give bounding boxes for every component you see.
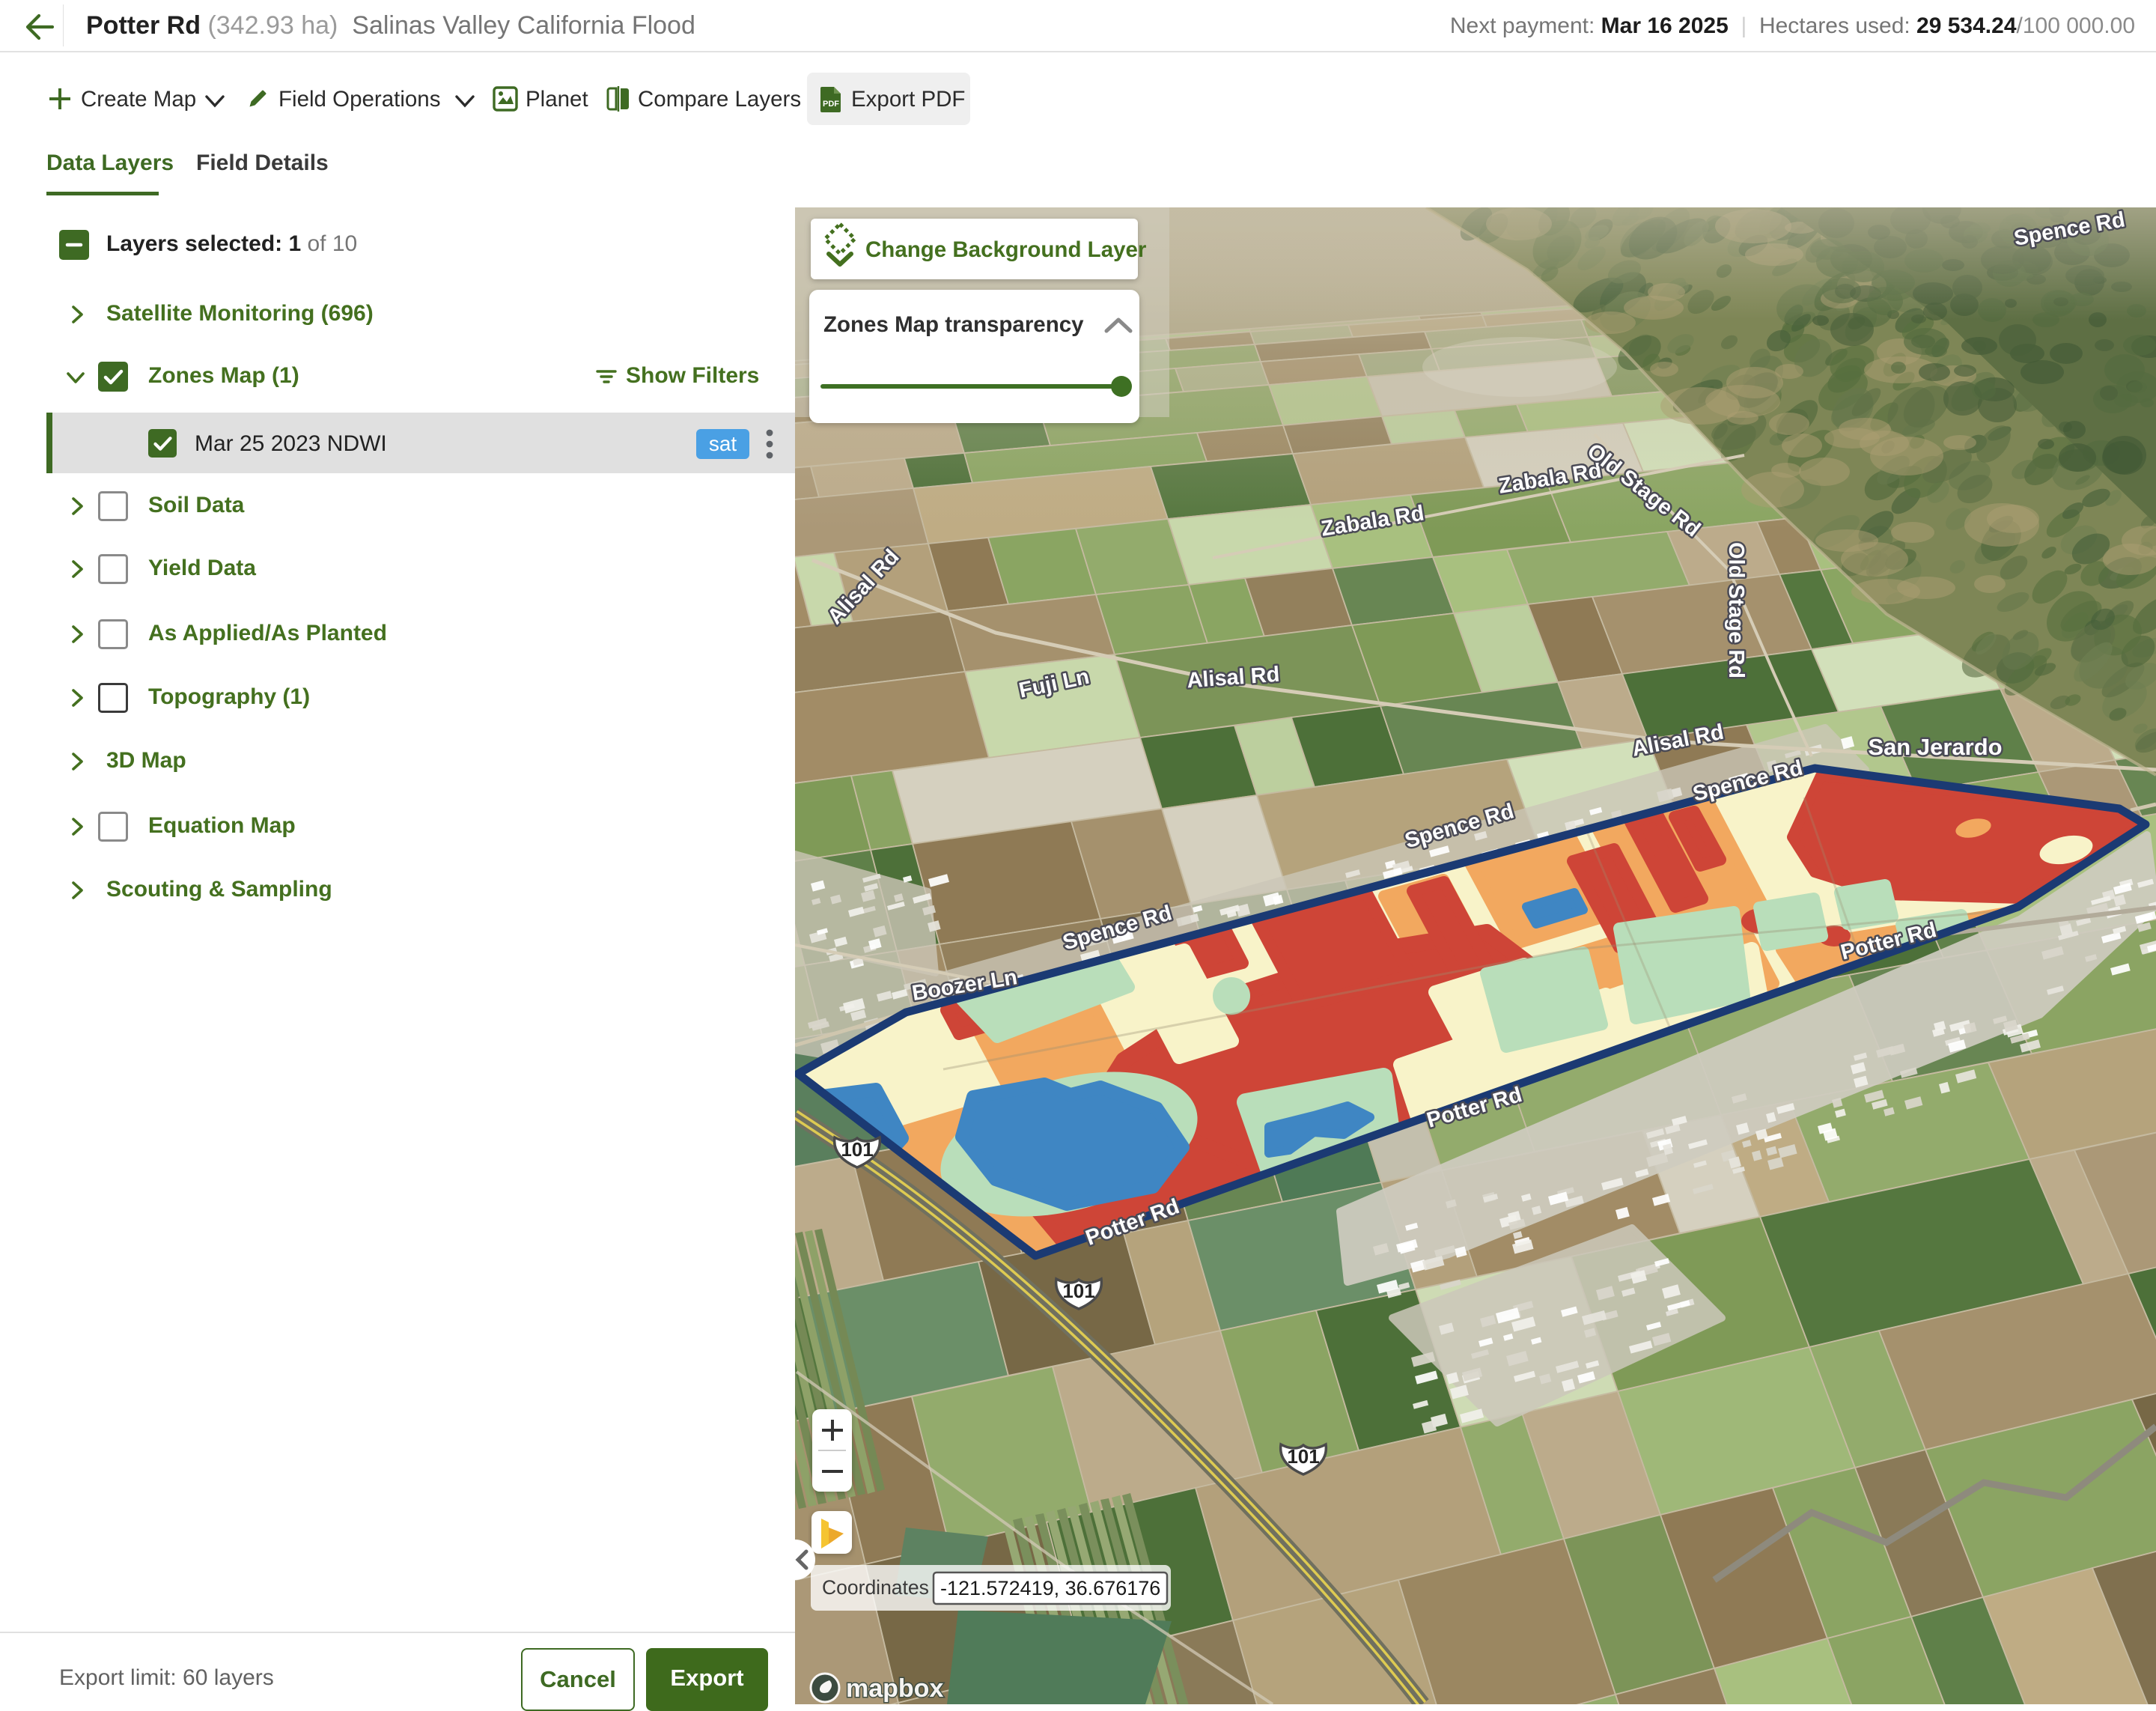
svg-text:Change Background Layer: Change Background Layer — [865, 237, 1147, 262]
svg-text:Zones Map transparency: Zones Map transparency — [823, 312, 1084, 337]
svg-text:San Jerardo: San Jerardo — [1868, 734, 2002, 760]
svg-text:101: 101 — [1062, 1280, 1094, 1302]
svg-text:Coordinates: Coordinates — [822, 1576, 929, 1599]
svg-text:-121.572419, 36.676176: -121.572419, 36.676176 — [940, 1577, 1160, 1599]
svg-text:PDF: PDF — [823, 100, 839, 109]
svg-text:101: 101 — [841, 1138, 873, 1161]
svg-text:101: 101 — [1287, 1445, 1319, 1468]
svg-text:Old Stage Rd: Old Stage Rd — [1724, 542, 1748, 678]
svg-text:mapbox: mapbox — [846, 1674, 943, 1703]
